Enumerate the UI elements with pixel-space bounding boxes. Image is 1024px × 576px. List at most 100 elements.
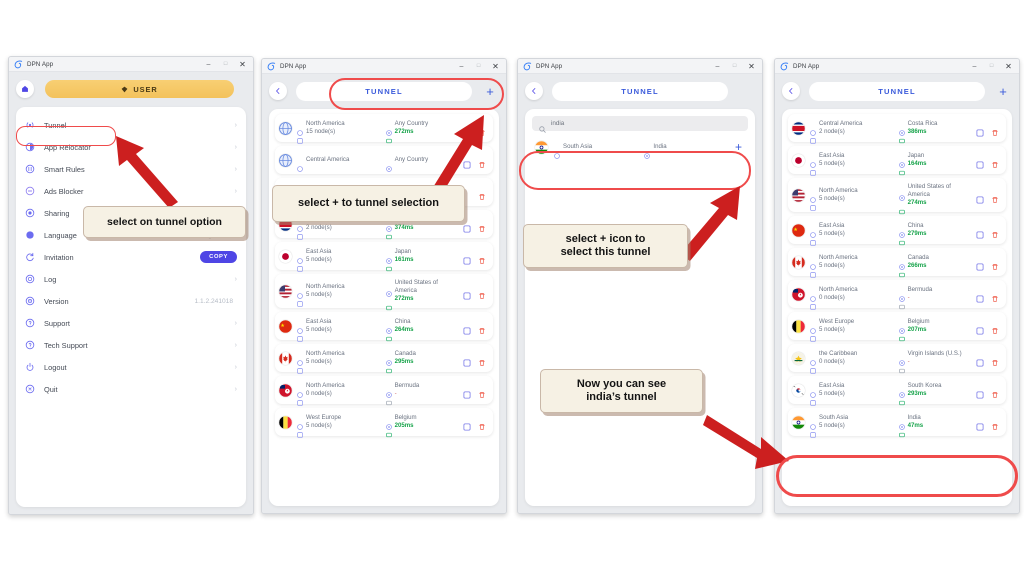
minimize-button[interactable]: – <box>453 59 470 73</box>
edit-icon[interactable] <box>463 252 471 265</box>
edit-icon[interactable] <box>976 322 984 335</box>
edit-icon[interactable] <box>463 386 471 399</box>
table-row[interactable]: North America 5 node(s) United States of… <box>788 178 1006 215</box>
minimize-button[interactable]: – <box>200 57 217 71</box>
delete-icon[interactable] <box>478 252 486 264</box>
delete-icon[interactable] <box>478 354 486 366</box>
menu-item-support[interactable]: Support › <box>25 312 237 334</box>
table-row[interactable]: North America 5 node(s) Canada 295ms <box>275 344 493 374</box>
search-result-row[interactable]: South Asia India + <box>532 135 748 159</box>
table-row[interactable]: Central America Any Country <box>275 146 493 174</box>
delete-icon[interactable] <box>991 386 999 398</box>
edit-icon[interactable] <box>976 191 984 204</box>
table-row[interactable]: North America 0 node(s) Bermuda - <box>788 280 1006 310</box>
edit-icon[interactable] <box>976 386 984 399</box>
edit-icon[interactable] <box>976 418 984 431</box>
edit-icon[interactable] <box>463 354 471 367</box>
table-row[interactable]: East Asia 5 node(s) Japan 161ms <box>275 242 493 272</box>
edit-icon[interactable] <box>976 156 984 169</box>
table-row[interactable]: East Asia 5 node(s) Japan 164ms <box>788 146 1006 176</box>
search-input[interactable]: india <box>532 116 748 133</box>
maximize-button[interactable]: □ <box>983 59 1000 73</box>
maximize-button[interactable]: □ <box>726 59 743 73</box>
table-row[interactable]: the Caribbean 0 node(s) Virgin Islands (… <box>788 344 1006 374</box>
add-tunnel-button[interactable] <box>737 82 755 100</box>
maximize-button[interactable]: □ <box>217 57 234 71</box>
minimize-button[interactable]: – <box>966 59 983 73</box>
delete-icon[interactable] <box>478 220 486 232</box>
table-row[interactable]: Central America 2 node(s) Costa Rica 386… <box>788 114 1006 144</box>
delete-icon[interactable] <box>991 191 999 203</box>
back-button[interactable] <box>269 82 287 100</box>
edit-icon[interactable] <box>976 124 984 137</box>
edit-icon[interactable] <box>976 258 984 271</box>
back-button[interactable] <box>525 82 543 100</box>
table-row[interactable]: East Asia 5 node(s) South Korea 293ms <box>788 376 1006 406</box>
add-tunnel-button[interactable]: + <box>481 82 499 100</box>
delete-icon[interactable] <box>478 418 486 430</box>
delete-icon[interactable] <box>478 188 486 200</box>
nodes-label: 0 node(s) <box>819 294 845 301</box>
menu-item-smart-rules[interactable]: Smart Rules › <box>25 158 237 180</box>
table-row[interactable]: West Europe 5 node(s) Belgium 207ms <box>788 312 1006 342</box>
table-row[interactable]: North America 15 node(s) Any Country 272… <box>275 114 493 144</box>
close-button[interactable]: ✕ <box>743 59 760 73</box>
delete-icon[interactable] <box>478 386 486 398</box>
delete-icon[interactable] <box>991 226 999 238</box>
node-icon <box>297 225 303 240</box>
menu-item-tunnel[interactable]: Tunnel › <box>25 114 237 136</box>
delete-icon[interactable] <box>478 124 486 136</box>
menu-item-tech-support[interactable]: Tech Support › <box>25 334 237 356</box>
location-pin-icon <box>898 121 905 136</box>
delete-icon[interactable] <box>991 258 999 270</box>
menu-label: Quit <box>44 384 58 394</box>
table-row[interactable]: South Asia 5 node(s) India 47ms <box>788 408 1006 438</box>
delete-icon[interactable] <box>991 418 999 430</box>
delete-icon[interactable] <box>991 354 999 366</box>
table-row[interactable]: East Asia 5 node(s) China 279ms <box>788 216 1006 246</box>
edit-icon[interactable] <box>463 418 471 431</box>
table-row[interactable]: North America 5 node(s) Canada 266ms <box>788 248 1006 278</box>
region-label: South Asia <box>563 142 593 150</box>
menu-item-version[interactable]: Version 1.1.2.241018 <box>25 290 237 312</box>
delete-icon[interactable] <box>991 156 999 168</box>
edit-icon[interactable] <box>463 156 471 169</box>
delete-icon[interactable] <box>991 124 999 136</box>
ping-icon <box>898 161 905 176</box>
delete-icon[interactable] <box>991 322 999 334</box>
table-row[interactable]: East Asia 5 node(s) China 264ms <box>275 312 493 342</box>
close-button[interactable]: ✕ <box>1000 59 1017 73</box>
home-icon[interactable] <box>16 80 34 98</box>
delete-icon[interactable] <box>478 287 486 299</box>
user-button[interactable]: USER <box>45 80 234 98</box>
edit-icon[interactable] <box>976 226 984 239</box>
menu-item-app-relocator[interactable]: App Relocator › <box>25 136 237 158</box>
menu-item-invitation[interactable]: Invitation COPY <box>25 246 237 268</box>
add-this-tunnel-button[interactable]: + <box>735 141 746 153</box>
close-button[interactable]: ✕ <box>234 57 251 71</box>
menu-item-logout[interactable]: Logout › <box>25 356 237 378</box>
delete-icon[interactable] <box>991 290 999 302</box>
region-cell: North America 5 node(s) <box>810 187 894 211</box>
edit-icon[interactable] <box>976 354 984 367</box>
table-row[interactable]: North America 5 node(s) United States of… <box>275 274 493 311</box>
back-button[interactable] <box>782 82 800 100</box>
edit-icon[interactable] <box>463 220 471 233</box>
table-row[interactable]: West Europe 5 node(s) Belgium 205ms <box>275 408 493 438</box>
edit-icon[interactable] <box>976 290 984 303</box>
menu-item-log[interactable]: Log › <box>25 268 237 290</box>
maximize-button[interactable]: □ <box>470 59 487 73</box>
screenshot-root: DPN App – □ ✕ USER Tunnel › App Relocato… <box>0 0 1024 576</box>
adblock-icon <box>25 186 35 196</box>
menu-item-ads-blocker[interactable]: Ads Blocker › <box>25 180 237 202</box>
delete-icon[interactable] <box>478 156 486 168</box>
edit-icon[interactable] <box>463 322 471 335</box>
delete-icon[interactable] <box>478 322 486 334</box>
close-button[interactable]: ✕ <box>487 59 504 73</box>
table-row[interactable]: North America 0 node(s) Bermuda - <box>275 376 493 406</box>
copy-button[interactable]: COPY <box>200 251 237 263</box>
edit-icon[interactable] <box>463 287 471 300</box>
menu-item-quit[interactable]: Quit › <box>25 378 237 400</box>
add-tunnel-button[interactable]: + <box>994 82 1012 100</box>
minimize-button[interactable]: – <box>709 59 726 73</box>
